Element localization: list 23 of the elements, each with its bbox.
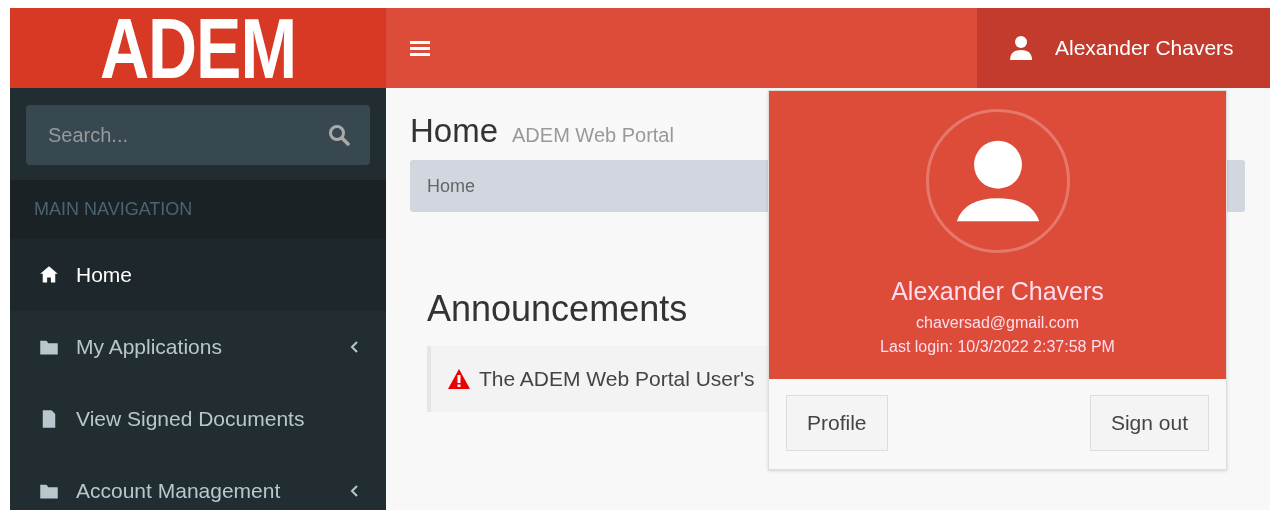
sidebar-item[interactable]: Account Management xyxy=(10,455,386,510)
page-subtitle: ADEM Web Portal xyxy=(512,124,674,147)
search-field[interactable]: Search... xyxy=(26,105,370,165)
user-email: chaversad@gmail.com xyxy=(916,314,1079,332)
section-label: MAIN NAVIGATION xyxy=(10,180,386,239)
sidebar-item[interactable]: My Applications xyxy=(10,311,386,383)
warning-icon xyxy=(447,368,471,390)
sign-out-button[interactable]: Sign out xyxy=(1089,395,1209,451)
announcement-text: The ADEM Web Portal User's xyxy=(479,367,755,391)
user-icon xyxy=(1007,34,1035,62)
sidebar-item[interactable]: Home xyxy=(10,239,386,311)
section-heading: Announcements xyxy=(427,288,688,330)
last-login: Last login: 10/3/2022 2:37:58 PM xyxy=(880,338,1115,356)
breadcrumb-link[interactable]: Home xyxy=(427,175,475,197)
home-icon xyxy=(38,265,60,285)
profile-button[interactable]: Profile xyxy=(786,395,888,451)
search-icon[interactable] xyxy=(328,124,350,146)
page-title: Home xyxy=(410,112,499,150)
menu-icon[interactable] xyxy=(410,40,430,56)
logo[interactable]: ADEM xyxy=(10,8,386,88)
user-menu-toggle[interactable]: Alexander Chavers xyxy=(977,8,1270,88)
user-name: Alexander Chavers xyxy=(891,277,1104,306)
sidebar-item[interactable]: View Signed Documents xyxy=(10,383,386,455)
